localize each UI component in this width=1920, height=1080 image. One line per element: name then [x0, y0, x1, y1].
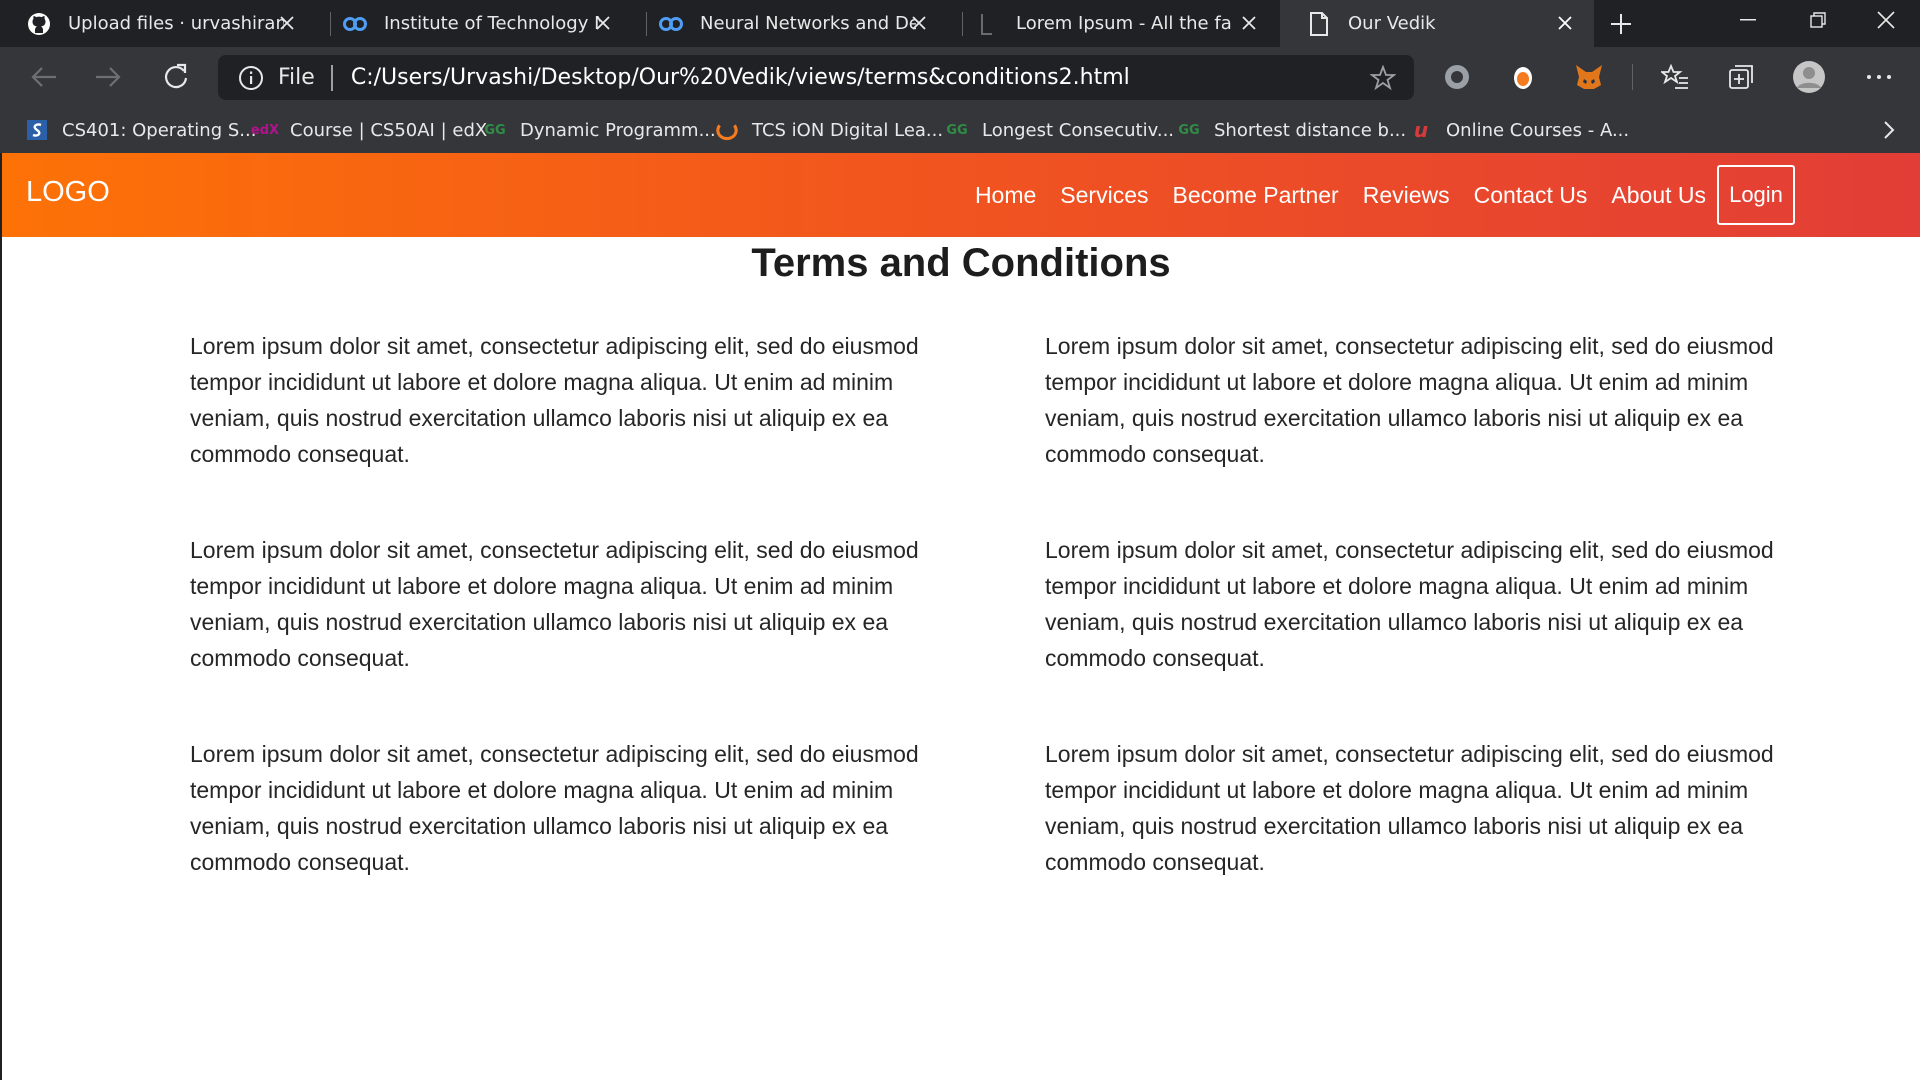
window-close-button[interactable]: [1858, 0, 1914, 40]
extension-orange-icon[interactable]: [1506, 60, 1540, 94]
nav-link-contact-us[interactable]: Contact Us: [1474, 182, 1588, 209]
terms-paragraph: Lorem ipsum dolor sit amet, consectetur …: [1045, 537, 1774, 671]
terms-paragraph: Lorem ipsum dolor sit amet, consectetur …: [1045, 741, 1774, 875]
site-navbar: LOGO Home Services Become Partner Review…: [2, 153, 1920, 237]
nav-link-about-us[interactable]: About Us: [1611, 182, 1706, 209]
login-button[interactable]: Login: [1717, 165, 1795, 225]
tab-title: Institute of Technology Nirma: [384, 13, 600, 34]
close-icon[interactable]: [276, 12, 298, 34]
url-scheme-label: File: [278, 65, 315, 90]
page-viewport: LOGO Home Services Become Partner Review…: [0, 153, 1920, 1080]
tab-our-vedik[interactable]: Our Vedik: [1280, 0, 1594, 47]
site-logo[interactable]: LOGO: [26, 176, 110, 209]
toolbar-separator: [1632, 64, 1633, 90]
bookmark-label: CS401: Operating S...: [62, 119, 257, 141]
close-icon[interactable]: [1554, 12, 1576, 34]
extension-circle-icon[interactable]: [1440, 60, 1474, 94]
github-icon: [26, 11, 52, 37]
coursera-icon: [658, 11, 684, 37]
document-icon: [1306, 11, 1332, 37]
bookmark-label: Online Courses - A...: [1446, 119, 1630, 141]
bookmark-label: Shortest distance b...: [1214, 119, 1407, 141]
bookmark-label: Dynamic Programm...: [520, 119, 716, 141]
tab-strip: Upload files · urvashiramdasani Institut…: [0, 0, 1920, 47]
bookmarks-bar: CS401: Operating S... edX Course | CS50A…: [0, 107, 1920, 153]
terms-paragraph: Lorem ipsum dolor sit amet, consectetur …: [190, 741, 919, 875]
nav-link-services[interactable]: Services: [1060, 182, 1148, 209]
new-tab-button[interactable]: [1606, 9, 1636, 39]
bookmark-dynamic-programming[interactable]: GG Dynamic Programm...: [484, 115, 716, 145]
forward-button[interactable]: [90, 59, 126, 95]
gfg-icon: GG: [1178, 122, 1200, 138]
url-divider: [330, 64, 333, 91]
bookmark-longest-consecutive[interactable]: GG Longest Consecutiv...: [946, 115, 1174, 145]
tab-neural-networks[interactable]: Neural Networks and Deep Learning: [632, 0, 948, 47]
tab-github[interactable]: Upload files · urvashiramdasani: [0, 0, 316, 47]
close-icon[interactable]: [592, 12, 614, 34]
more-menu-icon[interactable]: [1862, 60, 1896, 94]
tab-nirma[interactable]: Institute of Technology Nirma: [316, 0, 632, 47]
nav-link-become-partner[interactable]: Become Partner: [1173, 182, 1339, 209]
udemy-icon: u: [1413, 118, 1429, 142]
terms-paragraph: Lorem ipsum dolor sit amet, consectetur …: [190, 333, 919, 467]
tab-title: Our Vedik: [1348, 13, 1436, 34]
bookmark-online-courses[interactable]: u Online Courses - A...: [1410, 115, 1629, 145]
nav-links: Home Services Become Partner Reviews Con…: [951, 153, 1706, 237]
tab-lorem-ipsum[interactable]: Lorem Ipsum - All the facts: [948, 0, 1278, 47]
bookmark-shortest-distance[interactable]: GG Shortest distance b...: [1178, 115, 1406, 145]
bookmark-label: Course | CS50AI | edX: [290, 119, 488, 141]
bookmark-tcs-ion[interactable]: TCS iON Digital Lea...: [716, 115, 943, 145]
bookmark-label: TCS iON Digital Lea...: [752, 119, 944, 141]
terms-paragraph: Lorem ipsum dolor sit amet, consectetur …: [190, 537, 919, 671]
gfg-icon: GG: [484, 122, 506, 138]
tab-title: Neural Networks and Deep Learning: [700, 13, 916, 34]
nav-link-home[interactable]: Home: [975, 182, 1036, 209]
metamask-fox-icon[interactable]: [1572, 60, 1606, 94]
terms-paragraph: Lorem ipsum dolor sit amet, consectetur …: [1045, 333, 1774, 467]
minimize-button[interactable]: [1720, 0, 1776, 40]
tab-title: Lorem Ipsum - All the facts: [1016, 13, 1232, 34]
url-text[interactable]: C:/Users/Urvashi/Desktop/Our%20Vedik/vie…: [351, 65, 1130, 90]
saylor-icon: [26, 119, 48, 141]
edx-icon: edX: [250, 122, 280, 138]
info-icon[interactable]: [238, 65, 264, 91]
collections-icon[interactable]: [1724, 60, 1758, 94]
favorites-icon[interactable]: [1658, 60, 1692, 94]
coursera-icon: [342, 11, 368, 37]
favorite-star-icon[interactable]: [1369, 64, 1397, 91]
nav-link-reviews[interactable]: Reviews: [1363, 182, 1450, 209]
lipsum-icon: [974, 11, 1000, 37]
close-icon[interactable]: [908, 12, 930, 34]
tab-title: Upload files · urvashiramdasani: [68, 13, 284, 34]
page-title: Terms and Conditions: [751, 241, 1171, 285]
address-bar[interactable]: File C:/Users/Urvashi/Desktop/Our%20Vedi…: [218, 55, 1414, 100]
gfg-icon: GG: [946, 122, 968, 138]
bookmark-cs401[interactable]: CS401: Operating S...: [26, 115, 256, 145]
close-icon[interactable]: [1238, 12, 1260, 34]
back-button[interactable]: [26, 59, 62, 95]
chevron-right-icon[interactable]: [1878, 119, 1900, 141]
bookmark-label: Longest Consecutiv...: [982, 119, 1175, 141]
tcs-icon: [716, 119, 738, 141]
browser-toolbar: File C:/Users/Urvashi/Desktop/Our%20Vedi…: [0, 47, 1920, 107]
refresh-button[interactable]: [158, 59, 194, 95]
restore-button[interactable]: [1790, 0, 1846, 40]
bookmark-cs50ai[interactable]: edX Course | CS50AI | edX: [250, 115, 488, 145]
profile-avatar-icon[interactable]: [1792, 60, 1826, 94]
